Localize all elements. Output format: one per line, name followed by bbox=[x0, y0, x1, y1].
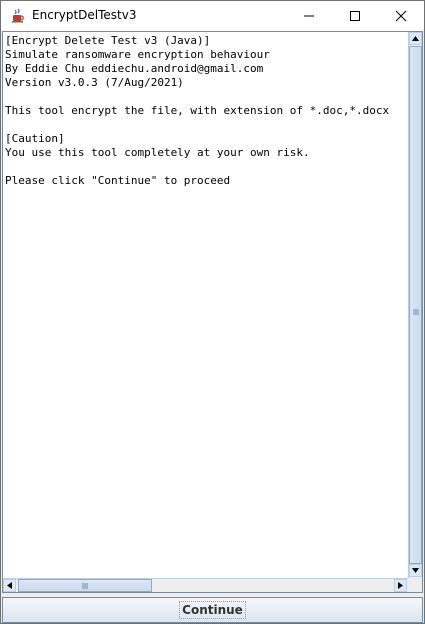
grip-icon bbox=[82, 583, 88, 589]
grip-icon bbox=[413, 309, 419, 315]
window-title: EncryptDelTestv3 bbox=[32, 8, 137, 22]
maximize-button[interactable] bbox=[332, 1, 378, 31]
arrow-left-icon bbox=[7, 582, 12, 589]
continue-button-label: Continue bbox=[179, 601, 246, 619]
app-window: EncryptDelTestv3 [Encrypt Delete Test v3… bbox=[0, 0, 425, 624]
text-line: Version v3.0.3 (7/Aug/2021) bbox=[5, 76, 184, 89]
scroll-down-button[interactable] bbox=[409, 564, 422, 577]
text-line: By Eddie Chu eddiechu.android@gmail.com bbox=[5, 62, 264, 75]
text-scroll-pane: [Encrypt Delete Test v3 (Java)] Simulate… bbox=[2, 31, 423, 593]
scroll-right-button[interactable] bbox=[394, 579, 407, 592]
minimize-button[interactable] bbox=[286, 1, 332, 31]
scroll-left-button[interactable] bbox=[3, 579, 16, 592]
info-text-area[interactable]: [Encrypt Delete Test v3 (Java)] Simulate… bbox=[3, 32, 408, 578]
text-line: [Caution] bbox=[5, 132, 65, 145]
text-line: You use this tool completely at your own… bbox=[5, 146, 310, 159]
arrow-down-icon bbox=[412, 568, 419, 573]
minimize-icon bbox=[304, 15, 314, 17]
arrow-up-icon bbox=[412, 36, 419, 41]
horizontal-scrollbar[interactable] bbox=[3, 578, 408, 592]
continue-button[interactable]: Continue bbox=[2, 597, 423, 623]
text-line: Simulate ransomware encryption behaviour bbox=[5, 48, 270, 61]
text-line: Please click "Continue" to proceed bbox=[5, 174, 231, 187]
scroll-corner bbox=[408, 578, 422, 592]
scroll-up-button[interactable] bbox=[409, 32, 422, 45]
maximize-icon bbox=[350, 11, 360, 21]
arrow-right-icon bbox=[398, 582, 403, 589]
text-line: This tool encrypt the file, with extensi… bbox=[5, 104, 390, 117]
java-cup-icon bbox=[10, 8, 26, 24]
info-text: [Encrypt Delete Test v3 (Java)] Simulate… bbox=[3, 32, 408, 188]
close-icon bbox=[395, 10, 407, 22]
vertical-scrollbar[interactable] bbox=[408, 32, 422, 578]
horizontal-scroll-thumb[interactable] bbox=[18, 579, 152, 592]
vertical-scroll-thumb[interactable] bbox=[409, 46, 422, 564]
close-button[interactable] bbox=[378, 1, 424, 31]
title-bar[interactable]: EncryptDelTestv3 bbox=[1, 1, 424, 31]
text-line: [Encrypt Delete Test v3 (Java)] bbox=[5, 34, 211, 47]
